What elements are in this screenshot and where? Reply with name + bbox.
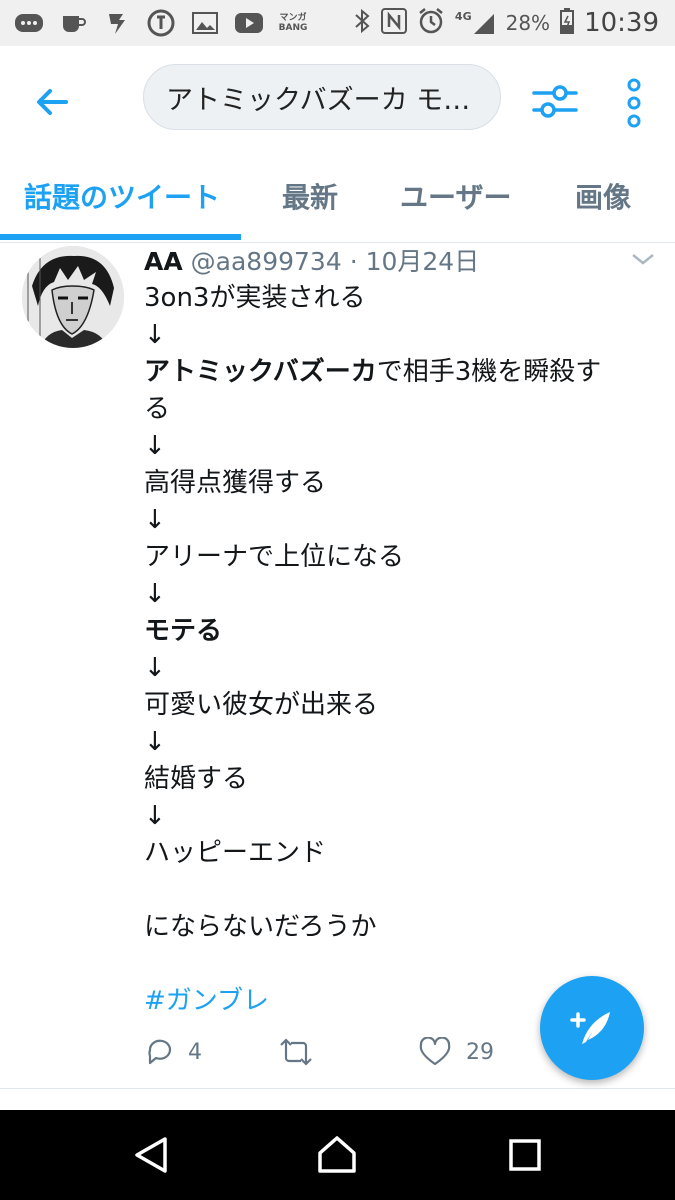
sliders-icon <box>532 85 578 118</box>
arrow-line: ↓ <box>144 505 166 535</box>
highlighted-term: モテる <box>144 616 223 646</box>
avatar[interactable] <box>22 246 124 348</box>
tab-bar: 話題のツイート 最新 ユーザー 画像 <box>0 156 675 243</box>
tab-indicator <box>0 234 241 240</box>
alarm-icon <box>417 7 445 39</box>
tweet-date[interactable]: 10月24日 <box>366 247 480 276</box>
reply-icon <box>148 1039 172 1065</box>
tab-images[interactable]: 画像 <box>575 156 631 236</box>
avatar-image <box>22 246 124 348</box>
app-bar: アトミックバズーカ モ… <box>0 46 675 156</box>
tab-latest[interactable]: 最新 <box>282 156 338 236</box>
search-input[interactable]: アトミックバズーカ モ… <box>143 64 501 130</box>
compose-tweet-button[interactable] <box>540 976 644 1080</box>
tweet-line: 可愛い彼女が出来る <box>144 690 379 720</box>
tweet-header: AA @aa899734 · 10月24日 <box>144 242 480 276</box>
more-vertical-icon <box>627 78 641 128</box>
nav-home-button[interactable] <box>315 1133 359 1177</box>
arrow-line: ↓ <box>144 801 166 831</box>
tweet-line: 高得点獲得する <box>144 468 327 498</box>
arrow-line: ↓ <box>144 727 166 757</box>
display-name[interactable]: AA <box>144 247 183 276</box>
reply-button[interactable]: 4 <box>144 1032 202 1072</box>
retweet-icon <box>280 1038 312 1066</box>
hashtag-link[interactable]: #ガンブレ <box>144 980 269 1017</box>
circle-app-icon <box>146 9 176 37</box>
user-handle[interactable]: @aa899734 <box>191 247 342 276</box>
clock: 10:39 <box>584 8 659 38</box>
nfc-icon <box>380 8 407 38</box>
tweet-line: 結婚する <box>144 764 249 794</box>
tweet-line: 3on3が実装される <box>144 283 366 313</box>
tweet-line-rest: で相手3機を瞬殺す <box>376 357 602 387</box>
tweet-menu-button[interactable] <box>630 250 656 268</box>
app-icon <box>102 10 132 36</box>
compose-feather-icon <box>570 1012 610 1044</box>
tab-users[interactable]: ユーザー <box>400 156 511 236</box>
signal-icon: 4G <box>455 10 496 36</box>
retweet-button[interactable] <box>278 1032 326 1072</box>
chevron-down-icon <box>632 254 654 265</box>
youtube-icon <box>234 10 264 36</box>
nav-back-button[interactable] <box>129 1133 173 1177</box>
tweet[interactable]: AA @aa899734 · 10月24日 3on3が実装される ↓ アトミック… <box>0 242 675 1089</box>
image-icon <box>190 10 220 36</box>
arrow-line: ↓ <box>144 320 166 350</box>
tweet-text: 3on3が実装される ↓ アトミックバズーカで相手3機を瞬殺す る ↓ 高得点獲… <box>144 280 649 946</box>
battery-icon <box>560 8 575 38</box>
tweet-line: ハッピーエンド <box>144 838 327 868</box>
back-button[interactable] <box>30 80 74 124</box>
tab-top-tweets[interactable]: 話題のツイート <box>24 156 220 236</box>
battery-percent: 28% <box>505 11 551 35</box>
highlighted-term: アトミックバズーカ <box>144 357 377 387</box>
tweet-line: アリーナで上位になる <box>144 542 405 572</box>
heart-icon <box>419 1037 451 1066</box>
system-nav-bar <box>0 1110 675 1200</box>
more-options-button[interactable] <box>612 76 656 130</box>
arrow-line: ↓ <box>144 579 166 609</box>
reply-count: 4 <box>188 1039 202 1065</box>
like-count: 29 <box>466 1039 494 1065</box>
home-icon <box>318 1136 356 1173</box>
triangle-back-icon <box>135 1137 167 1173</box>
separator-dot: · <box>349 247 358 276</box>
arrow-line: ↓ <box>144 653 166 683</box>
message-icon <box>14 10 44 36</box>
tweet-line: る <box>144 394 171 424</box>
filter-button[interactable] <box>530 76 580 126</box>
status-bar: マンガ BANG 4G 28% 10:39 <box>0 0 675 46</box>
square-recents-icon <box>509 1139 541 1171</box>
arrow-line: ↓ <box>144 431 166 461</box>
cup-icon <box>58 10 88 36</box>
back-arrow-icon <box>37 89 68 115</box>
tweet-line: アトミックバズーカで相手3機を瞬殺す <box>144 354 649 391</box>
manga-bang-icon: マンガ BANG <box>278 13 308 33</box>
tweet-line: にならないだろうか <box>144 912 377 942</box>
like-button[interactable]: 29 <box>418 1032 494 1072</box>
nav-recents-button[interactable] <box>503 1133 547 1177</box>
bluetooth-icon <box>353 8 371 38</box>
